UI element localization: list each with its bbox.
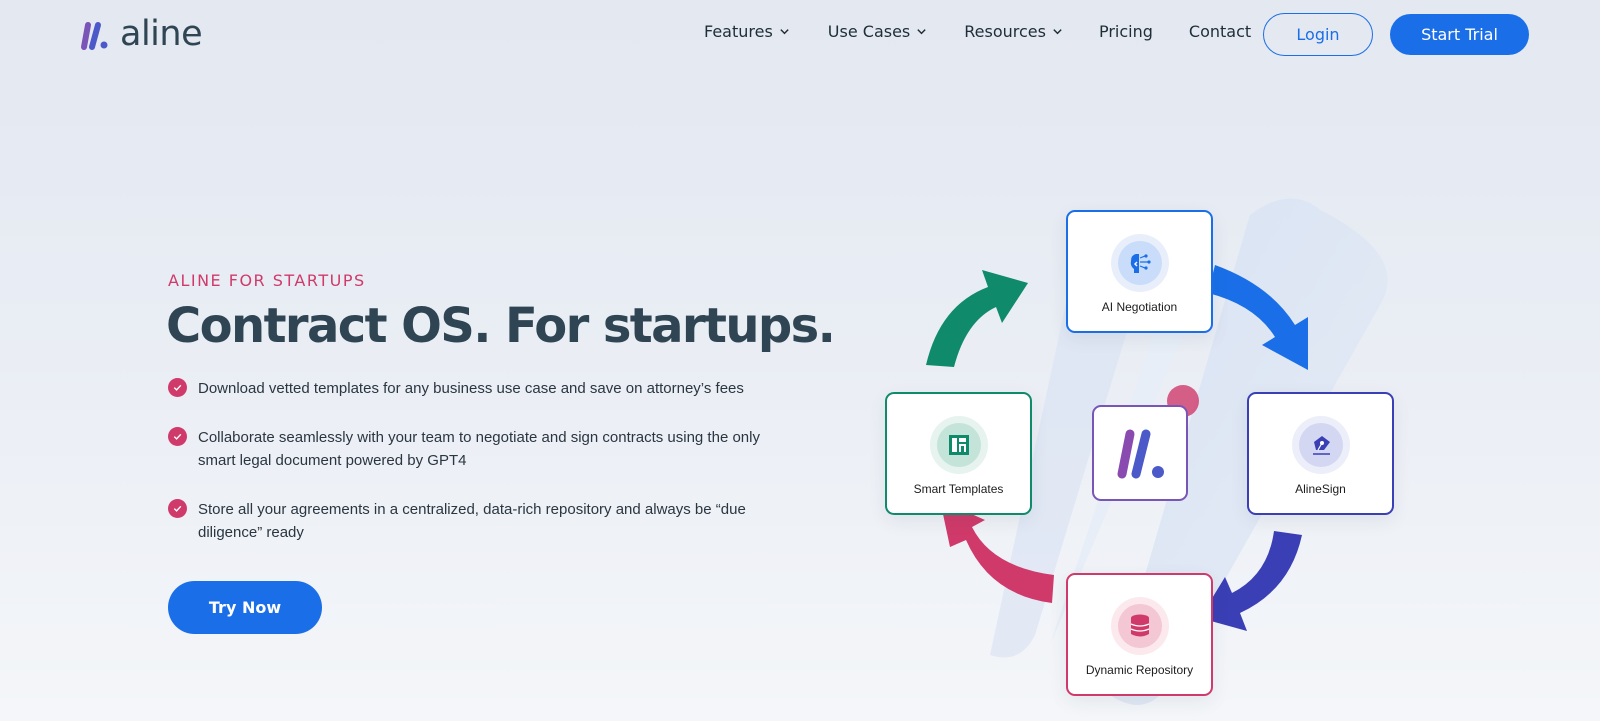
aline-logo-icon: [81, 22, 108, 50]
nav-item-pricing[interactable]: Pricing: [1099, 22, 1153, 41]
icon-halo: [1110, 597, 1169, 655]
feature-text: Download vetted templates for any busine…: [198, 380, 744, 397]
card-smart-templates[interactable]: Smart Templates: [885, 392, 1032, 515]
aline-logo-icon: [1117, 429, 1164, 479]
ai-brain-icon: [1117, 241, 1162, 285]
feature-text: Collaborate seamlessly with your team to…: [198, 429, 760, 469]
chevron-down-icon: [780, 29, 789, 35]
card-dynamic-repository[interactable]: Dynamic Repository: [1066, 573, 1213, 696]
check-circle-icon: [168, 499, 187, 518]
check-circle-icon: [168, 378, 187, 397]
nav-item-label: Contact: [1188, 22, 1252, 41]
brand-logo[interactable]: aline: [80, 14, 203, 54]
nav-item-features[interactable]: Features: [704, 22, 790, 41]
nav-item-label: Features: [704, 22, 773, 41]
card-alinesign[interactable]: AlineSign: [1247, 392, 1394, 515]
nav-item-label: Use Cases: [827, 22, 911, 41]
list-item: Store all your agreements in a centraliz…: [168, 498, 788, 544]
page-title: Contract OS. For startups.: [166, 298, 836, 354]
nav-item-use-cases[interactable]: Use Cases: [828, 22, 927, 41]
card-label: AI Negotiation: [1101, 300, 1178, 314]
brand-name: aline: [120, 14, 203, 54]
template-layout-icon: [936, 423, 981, 467]
database-icon: [1117, 604, 1162, 648]
feature-text: Store all your agreements in a centraliz…: [198, 501, 746, 541]
chevron-down-icon: [917, 29, 926, 35]
icon-halo: [1110, 234, 1169, 292]
list-item: Download vetted templates for any busine…: [168, 377, 788, 400]
start-trial-button[interactable]: Start Trial: [1390, 14, 1529, 55]
icon-halo: [929, 416, 988, 474]
card-ai-negotiation[interactable]: AI Negotiation: [1066, 210, 1213, 333]
feature-list: Download vetted templates for any busine…: [168, 377, 788, 544]
center-logo-card: [1092, 405, 1188, 501]
icon-halo: [1291, 416, 1350, 474]
nav-item-label: Pricing: [1098, 22, 1153, 41]
card-label: Smart Templates: [913, 482, 1004, 496]
card-label: Dynamic Repository: [1085, 663, 1194, 677]
nav-item-label: Resources: [964, 22, 1046, 41]
nav-item-contact[interactable]: Contact: [1189, 22, 1251, 41]
main-menu: Features Use Cases Resources Pricing Con…: [704, 22, 1251, 41]
card-label: AlineSign: [1295, 482, 1346, 496]
list-item: Collaborate seamlessly with your team to…: [168, 426, 788, 472]
hero-eyebrow: ALINE FOR STARTUPS: [168, 271, 366, 290]
top-navigation: aline Features Use Cases Resources Prici…: [0, 0, 1600, 70]
nav-item-resources[interactable]: Resources: [964, 22, 1063, 41]
check-circle-icon: [168, 427, 187, 446]
chevron-down-icon: [1053, 29, 1062, 35]
pen-nib-icon: [1298, 423, 1343, 467]
login-button[interactable]: Login: [1263, 13, 1373, 56]
product-cycle-diagram: AI Negotiation AlineSign Dynamic Reposit…: [870, 195, 1430, 721]
try-now-button[interactable]: Try Now: [168, 581, 322, 634]
